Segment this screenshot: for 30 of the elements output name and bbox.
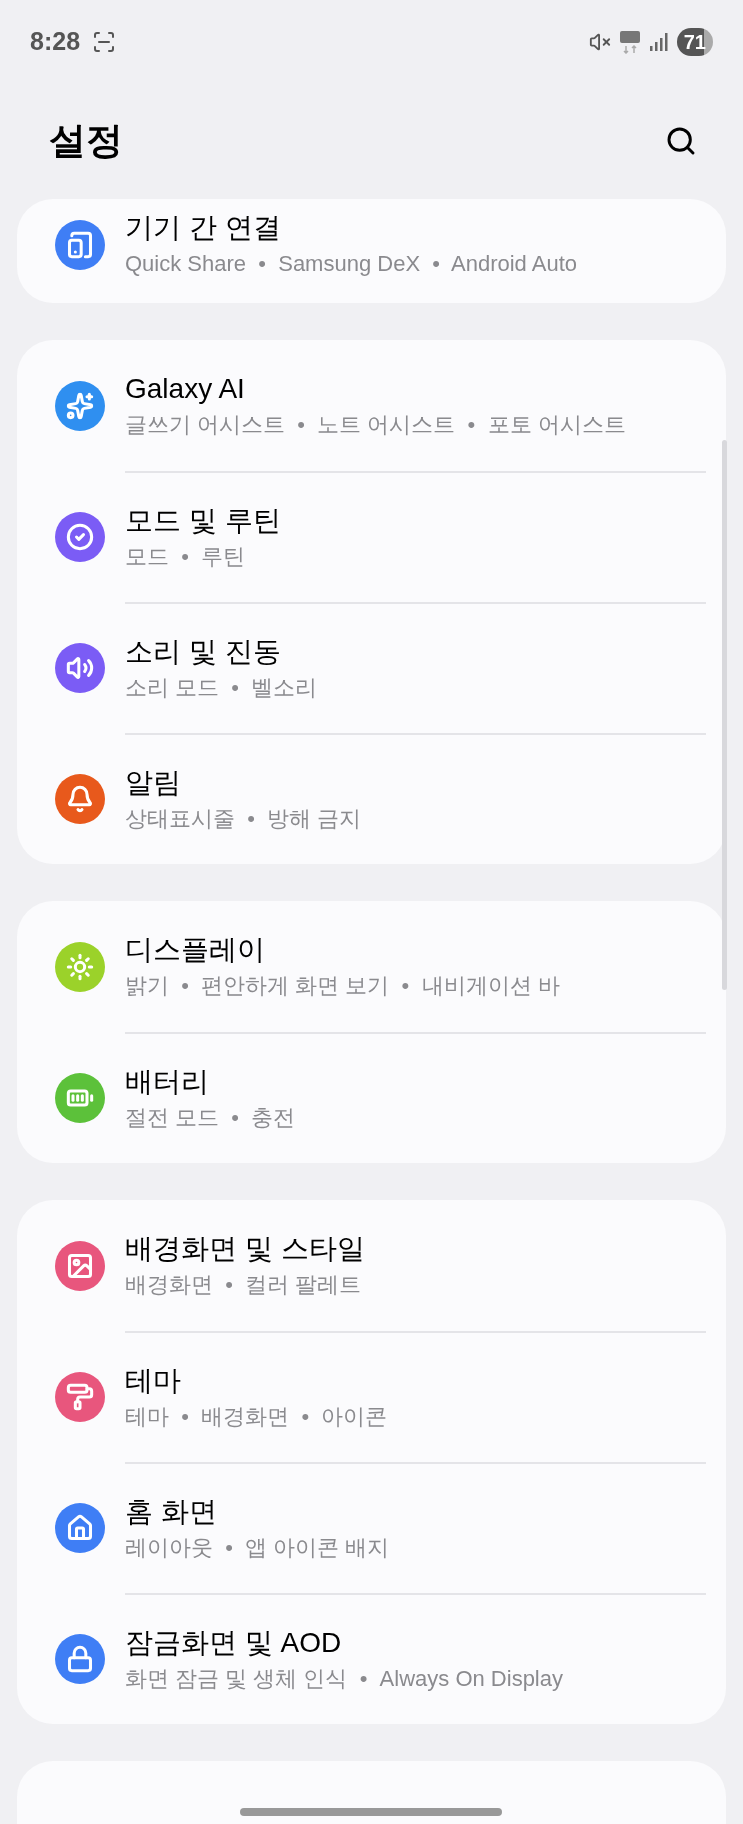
network-icon bbox=[618, 30, 641, 54]
setting-title[interactable]: 배터리 bbox=[125, 1062, 706, 1101]
setting-summary: 테마 • 배경화면 • 아이콘 bbox=[125, 1402, 389, 1431]
setting-summary: 배경화면 • 컬러 팔레트 bbox=[125, 1270, 363, 1299]
setting-title[interactable]: 알림 bbox=[125, 763, 706, 802]
setting-title[interactable]: 홈 화면 bbox=[125, 1492, 706, 1531]
search-icon[interactable] bbox=[665, 125, 697, 157]
page-title: 설정 bbox=[49, 119, 123, 164]
setting-summary: 절전 모드 • 충전 bbox=[125, 1103, 297, 1132]
status-time: 8:28 bbox=[30, 26, 81, 58]
signal-icon bbox=[648, 32, 669, 52]
setting-summary: 상태표시줄 • 방해 금지 bbox=[125, 804, 363, 833]
setting-title[interactable]: 기기 간 연결 bbox=[125, 209, 706, 247]
setting-title[interactable]: 디스플레이 bbox=[125, 930, 706, 969]
setting-summary: 글쓰기 어시스트 • 노트 어시스트 • 포토 어시스트 bbox=[125, 410, 627, 439]
setting-summary: 밝기 • 편안하게 화면 보기 • 내비게이션 바 bbox=[125, 971, 561, 1000]
setting-title[interactable]: 소리 및 진동 bbox=[125, 632, 706, 671]
battery-level: 71 bbox=[676, 28, 713, 56]
setting-title[interactable]: 잠금화면 및 AOD bbox=[125, 1623, 706, 1662]
setting-summary: 화면 잠금 및 생체 인식 • Always On Display bbox=[125, 1664, 564, 1693]
setting-summary: 모드 • 루틴 bbox=[125, 542, 247, 571]
setting-summary: Quick Share • Samsung DeX • Android Auto bbox=[125, 250, 578, 278]
setting-title[interactable]: 모드 및 루틴 bbox=[125, 501, 706, 540]
setting-summary: 소리 모드 • 벨소리 bbox=[125, 673, 319, 702]
screenshot-icon bbox=[92, 30, 117, 54]
setting-title[interactable]: Galaxy AI bbox=[125, 369, 706, 408]
setting-title[interactable]: 배경화면 및 스타일 bbox=[125, 1229, 706, 1268]
setting-title[interactable]: 테마 bbox=[125, 1361, 706, 1400]
mute-icon bbox=[588, 31, 611, 53]
setting-summary: 레이아웃 • 앱 아이콘 배지 bbox=[125, 1533, 391, 1562]
